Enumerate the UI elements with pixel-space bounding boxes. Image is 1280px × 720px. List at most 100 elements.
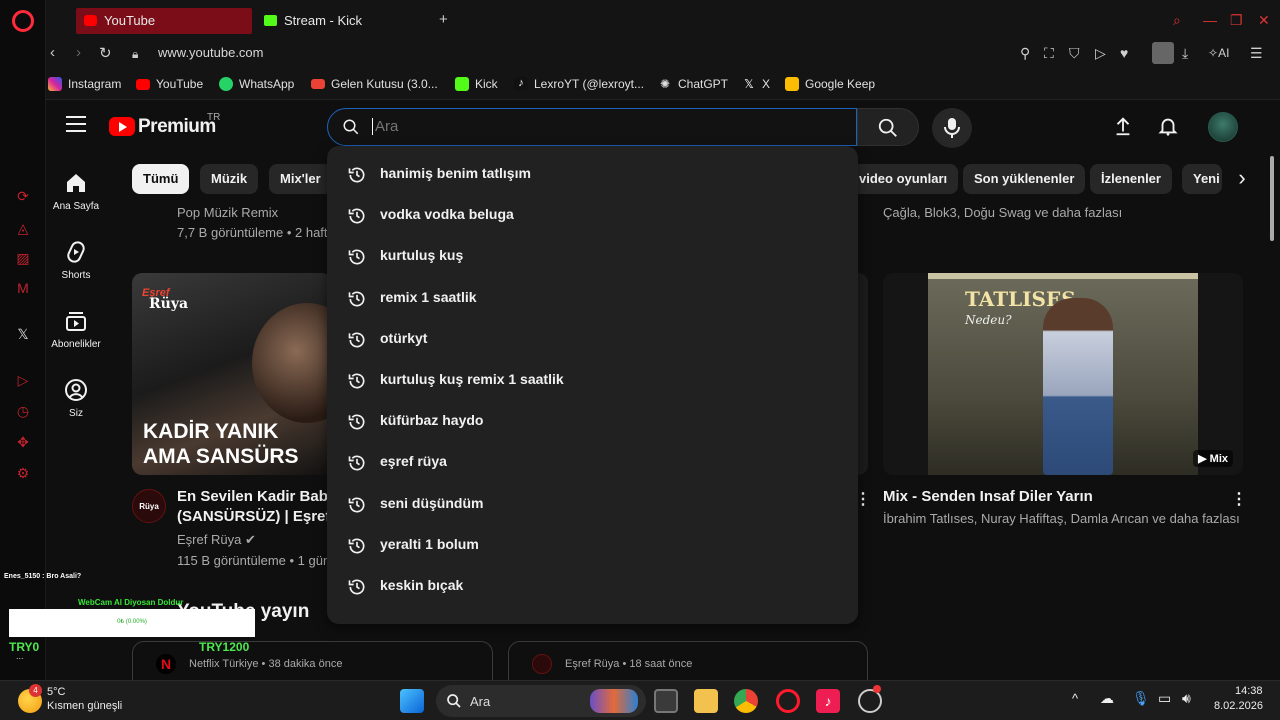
suggestion-item[interactable]: hanimiş benim tatlışım [327,154,858,195]
bookmark-youtube[interactable]: YouTube [136,77,203,91]
bookmark-gmail[interactable]: Gelen Kutusu (3.0... [311,77,438,91]
forward-button[interactable]: › [76,44,81,61]
tray-chevron-icon[interactable]: ^ [1072,691,1078,706]
suggestion-item[interactable]: keskin bıçak [327,566,858,607]
mail-icon[interactable]: M [15,280,31,296]
bookmark-instagram[interactable]: Instagram [48,77,121,91]
tab-kick-dashboard[interactable]: Stream - Kick Dashboard [256,8,426,54]
suggestion-item[interactable]: yeralti 1 bolum [327,525,858,566]
volume-icon[interactable]: 🔊︎ [1182,690,1191,707]
bookmark-whatsapp[interactable]: WhatsApp [219,77,294,91]
suggestion-item[interactable]: otürkyt [327,319,858,360]
chips-next-arrow-icon[interactable]: › [1222,164,1262,194]
chip-all[interactable]: Tümü [132,164,190,194]
minimize-button[interactable]: — [1203,12,1217,28]
extensions-icon[interactable]: ✥ [15,434,31,450]
chip-watched[interactable]: İzlenenler [1090,164,1172,194]
menu-icon[interactable]: ☰ [1250,45,1263,62]
profile-avatar[interactable] [1152,42,1174,64]
chrome-icon[interactable] [734,689,758,713]
lock-icon[interactable]: 🔒︎ [132,47,138,62]
video-channel[interactable]: Eşref Rüya ✔ [177,532,256,548]
post-card[interactable]: N Netflix Türkiye • 38 dakika önce [132,641,493,680]
aria-icon[interactable]: ⟳ [15,188,31,204]
video-title[interactable]: Mix - Senden Insaf Diler Yarın [883,487,1223,507]
search-box[interactable] [327,108,857,146]
onedrive-icon[interactable]: ☁ [1100,690,1114,707]
back-button[interactable]: ‹ [50,44,55,61]
video-thumbnail[interactable]: TATLISES Nedeu? ▶︎ Mix [883,273,1243,475]
bookmark-kick[interactable]: Kick [455,77,498,91]
guide-item-you[interactable]: Siz [46,378,106,419]
search-input[interactable] [372,118,792,135]
account-avatar[interactable] [1208,112,1238,142]
maximize-button[interactable]: ❐ [1230,12,1243,29]
more-actions-icon[interactable]: ⋮ [1231,489,1247,509]
chip-video-games[interactable]: video oyunları [848,164,959,194]
chip-mixes[interactable]: Mix'ler [269,164,332,194]
opera-icon[interactable] [776,689,800,713]
play-icon[interactable]: ▷ [1095,45,1106,62]
guide-item-subscriptions[interactable]: Abonelikler [46,309,106,350]
search-button[interactable] [857,108,919,146]
notifications-bell-icon[interactable] [1157,115,1179,137]
crypto-wallet-icon[interactable]: ◬ [15,220,31,236]
file-explorer-icon[interactable] [694,689,718,713]
upload-icon[interactable] [1112,115,1134,137]
chip-new[interactable]: Yeni ö [1182,164,1222,194]
suggestion-item[interactable]: remix 1 saatlik [327,278,858,319]
vpn-shield-icon[interactable]: ⛉ [1069,45,1080,62]
clock-date[interactable]: 8.02.2026 [1214,700,1263,712]
suggestion-item[interactable]: kurtuluş kuş remix 1 saatlik [327,360,858,401]
guide-item-shorts[interactable]: Shorts [46,240,106,281]
video-thumbnail[interactable]: Eşref Rüya KADİR YANIK AMA SANSÜRS [132,273,332,475]
chip-music[interactable]: Müzik [200,164,259,194]
suggestion-item[interactable]: seni düşündüm [327,484,858,525]
bookmark-x[interactable]: 𝕏X [742,77,770,91]
post-card[interactable]: Eşref Rüya • 18 saat önce [508,641,868,680]
mic-tray-icon[interactable]: 🎙︎ [1132,690,1150,707]
taskbar-search[interactable]: Ara [436,685,646,717]
bookmark-google-keep[interactable]: Google Keep [785,77,875,91]
suggestion-item[interactable]: küfürbaz haydo [327,401,858,442]
page-scrollbar[interactable] [1270,156,1274,241]
suggestion-item[interactable]: vodka vodka beluga [327,195,858,236]
task-view-icon[interactable] [654,689,678,713]
pin-icon[interactable]: ⚲ [1020,45,1030,62]
youtube-brand[interactable]: Premium [138,116,216,138]
chip-recently-uploaded[interactable]: Son yüklenenler [963,164,1086,194]
video-channel[interactable]: Pop Müzik Remix [177,205,278,220]
x-icon[interactable]: 𝕏 [15,326,31,342]
gaming-icon[interactable]: ▨ [15,250,31,266]
tiktok-live-icon[interactable]: ♪ [816,689,840,713]
video-meta[interactable]: İbrahim Tatlıses, Nuray Hafiftaş, Damla … [883,511,1243,526]
clock-time[interactable]: 14:38 [1235,685,1263,697]
tab-youtube[interactable]: YouTube [76,8,252,34]
snapshot-icon[interactable]: ⛶ [1044,45,1054,62]
url-field[interactable]: www.youtube.com [158,45,264,60]
video-title[interactable]: En Sevilen Kadir Baba [177,487,327,507]
suggestion-item[interactable]: kurtuluş kuş [327,236,858,277]
guide-menu-icon[interactable] [66,116,86,132]
search-tabs-icon[interactable]: ⌕ [1173,12,1181,29]
player-icon[interactable]: ▷ [15,372,31,388]
network-icon[interactable]: ▭ [1158,690,1171,707]
download-icon[interactable]: ⤓ [1182,45,1188,62]
new-tab-button[interactable]: + [439,11,448,28]
ai-button[interactable]: ✧AI [1208,46,1229,60]
weather-temp[interactable]: 5°C [47,686,65,698]
channel-avatar[interactable]: Rüya [132,489,166,523]
weather-desc[interactable]: Kısmen güneşli [47,700,122,712]
bookmark-chatgpt[interactable]: ✺ ChatGPT [658,77,728,91]
windows-start-icon[interactable] [400,689,424,713]
suggestion-item[interactable]: eşref rüya [327,442,858,483]
bookmark-tiktok[interactable]: ♪ LexroYT (@lexroyt... [514,77,644,91]
youtube-logo-icon[interactable] [109,117,135,136]
guide-item-home[interactable]: Ana Sayfa [46,171,106,212]
video-title[interactable]: (SANSÜRSÜZ) | Eşref R [177,507,327,527]
close-button[interactable]: ✕ [1258,12,1270,29]
heart-icon[interactable]: ♥ [1120,45,1128,61]
voice-search-button[interactable] [932,108,972,148]
reload-button[interactable]: ↻ [99,44,112,62]
settings-icon[interactable]: ⚙ [15,465,31,481]
